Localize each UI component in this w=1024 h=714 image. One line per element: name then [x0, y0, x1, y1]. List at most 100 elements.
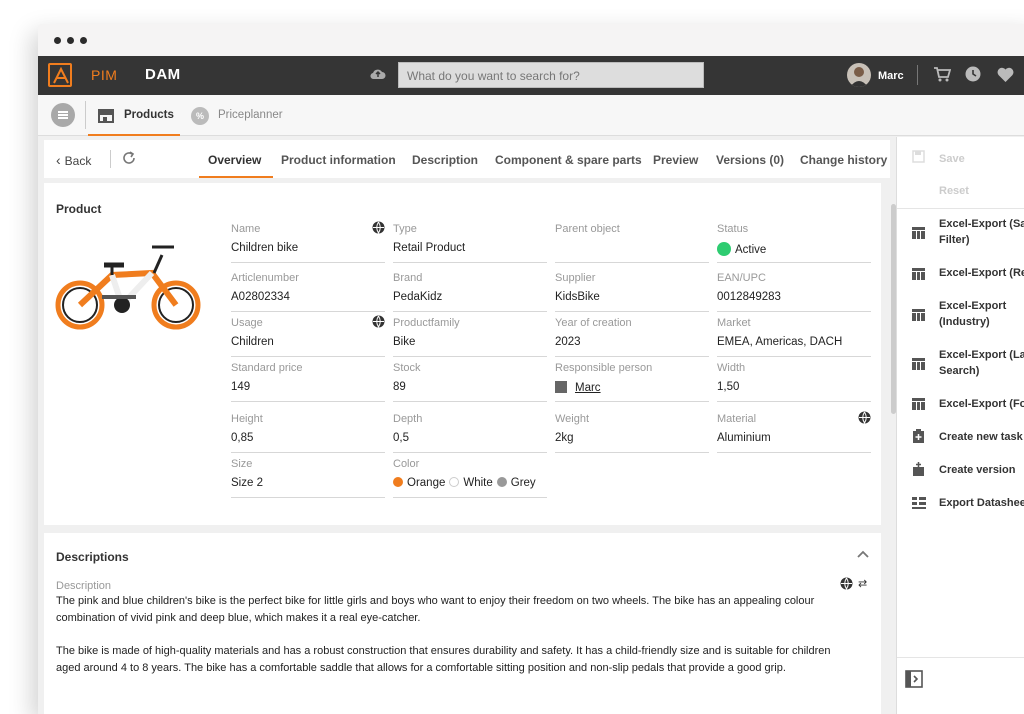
tab-change-history[interactable]: Change history	[800, 153, 887, 167]
field-value[interactable]: EMEA, Americas, DACH	[717, 336, 842, 348]
back-button[interactable]: ‹ Back	[56, 152, 91, 168]
field-value[interactable]: Bike	[393, 336, 415, 348]
color-swatch	[496, 477, 507, 487]
field-label: Status	[717, 223, 749, 235]
globe-icon[interactable]	[372, 315, 385, 333]
window-dot[interactable]	[67, 37, 74, 44]
module-bar: Products % Priceplanner	[38, 95, 1024, 136]
tab-components[interactable]: Component & spare parts	[495, 153, 642, 167]
field-underline	[231, 356, 385, 357]
window-dot[interactable]	[80, 37, 87, 44]
tab-product-information[interactable]: Product information	[281, 153, 396, 167]
create-task-button[interactable]: Create new task	[939, 429, 1023, 445]
heart-icon[interactable]	[997, 67, 1014, 87]
field-value[interactable]: 149	[231, 381, 250, 393]
tab-versions[interactable]: Versions (0)	[716, 153, 784, 167]
field-label: Parent object	[555, 223, 620, 235]
field-value[interactable]: 2kg	[555, 432, 574, 444]
excel-export-food[interactable]: Excel-Export (Foo	[939, 396, 1024, 412]
swap-icon[interactable]: ⇄	[858, 577, 867, 590]
field-value[interactable]: A02802334	[231, 291, 290, 303]
tab-priceplanner[interactable]: % Priceplanner	[188, 95, 298, 136]
description-paragraph[interactable]: The bike is made of high-quality materia…	[56, 643, 856, 677]
field-value[interactable]: Children	[231, 336, 274, 348]
nav-pim[interactable]: PIM	[91, 67, 117, 83]
field-value[interactable]: 1,50	[717, 381, 739, 393]
search-input[interactable]: What do you want to search for?	[398, 62, 704, 88]
field-underline	[555, 356, 709, 357]
product-image[interactable]	[52, 225, 204, 338]
table-icon	[912, 267, 925, 280]
table-icon	[912, 397, 925, 410]
color-option[interactable]: White	[449, 477, 493, 489]
active-tab-indicator	[199, 176, 273, 178]
field-value[interactable]: Orange White Grey	[393, 477, 540, 489]
field-underline	[231, 401, 385, 402]
window-dot[interactable]	[54, 37, 61, 44]
field-underline	[393, 497, 547, 498]
clock-icon[interactable]	[965, 66, 981, 87]
field-underline	[393, 401, 547, 402]
field-underline	[717, 262, 871, 263]
collapse-panel-icon[interactable]	[905, 670, 923, 693]
field-value[interactable]: Children bike	[231, 242, 298, 254]
description-paragraph[interactable]: The pink and blue children's bike is the…	[56, 593, 856, 627]
globe-icon[interactable]	[372, 221, 385, 239]
field-underline	[393, 356, 547, 357]
tab-overview[interactable]: Overview	[208, 153, 261, 167]
menu-icon[interactable]	[51, 103, 75, 127]
excel-export-last-search[interactable]: Excel-Export (Las Search)	[939, 347, 1024, 379]
tab-products-label: Products	[124, 109, 174, 121]
field-value[interactable]: Aluminium	[717, 432, 771, 444]
field-value[interactable]: 0,5	[393, 432, 409, 444]
reset-button[interactable]: Reset	[939, 183, 969, 199]
field-value[interactable]: 0012849283	[717, 291, 781, 303]
descriptions-card: Descriptions Description ⇄ The pink and …	[44, 533, 881, 714]
user-name[interactable]: Marc	[878, 70, 904, 82]
field-label: Name	[231, 223, 261, 235]
field-label: EAN/UPC	[717, 272, 766, 284]
field-value[interactable]: KidsBike	[555, 291, 600, 303]
cloud-upload-icon[interactable]	[370, 67, 386, 86]
excel-export-industry[interactable]: Excel-Export (Industry)	[939, 298, 1006, 330]
datasheet-icon	[912, 496, 926, 509]
tab-preview[interactable]: Preview	[653, 153, 698, 167]
create-version-button[interactable]: Create version	[939, 462, 1015, 478]
action-label: Excel-Export (Las	[939, 349, 1024, 361]
action-label: Search)	[939, 365, 980, 377]
window-titlebar	[38, 24, 1024, 56]
excel-export-retail[interactable]: Excel-Export (Ret	[939, 265, 1024, 281]
chevron-left-icon: ‹	[56, 152, 61, 168]
divider	[917, 65, 918, 85]
content-tabs: ‹ Back Overview Product information Descr…	[44, 140, 890, 178]
cart-icon[interactable]	[933, 66, 952, 87]
tab-products[interactable]: Products	[88, 95, 180, 136]
clipboard-plus-icon	[912, 429, 925, 443]
avatar[interactable]	[847, 63, 871, 87]
actions-panel: Save Reset Excel-Export (Sav Filter) Exce…	[896, 137, 1024, 714]
field-value[interactable]: Retail Product	[393, 242, 465, 254]
field-value[interactable]: Marc	[555, 381, 601, 394]
nav-dam[interactable]: DAM	[145, 66, 181, 83]
field-value[interactable]: 0,85	[231, 432, 253, 444]
tab-description[interactable]: Description	[412, 153, 478, 167]
field-value[interactable]: Size 2	[231, 477, 263, 489]
refresh-icon[interactable]	[122, 151, 136, 170]
color-option[interactable]: Grey	[496, 477, 536, 489]
responsible-person-link[interactable]: Marc	[575, 382, 601, 394]
excel-export-saved-filter[interactable]: Excel-Export (Sav Filter)	[939, 216, 1024, 248]
export-datasheet-button[interactable]: Export Datasheet	[939, 495, 1024, 511]
field-underline	[393, 452, 547, 453]
globe-icon[interactable]	[858, 411, 871, 429]
chevron-up-icon[interactable]	[856, 546, 870, 564]
field-value[interactable]: Active	[717, 242, 766, 256]
field-label: Height	[231, 413, 263, 425]
save-button[interactable]: Save	[939, 151, 965, 167]
app-logo-icon[interactable]	[48, 63, 72, 87]
field-value[interactable]: 89	[393, 381, 406, 393]
color-name: Grey	[510, 477, 536, 489]
field-label: Responsible person	[555, 362, 653, 374]
field-value[interactable]: 2023	[555, 336, 581, 348]
field-value[interactable]: PedaKidz	[393, 291, 442, 303]
color-option[interactable]: Orange	[393, 477, 445, 489]
